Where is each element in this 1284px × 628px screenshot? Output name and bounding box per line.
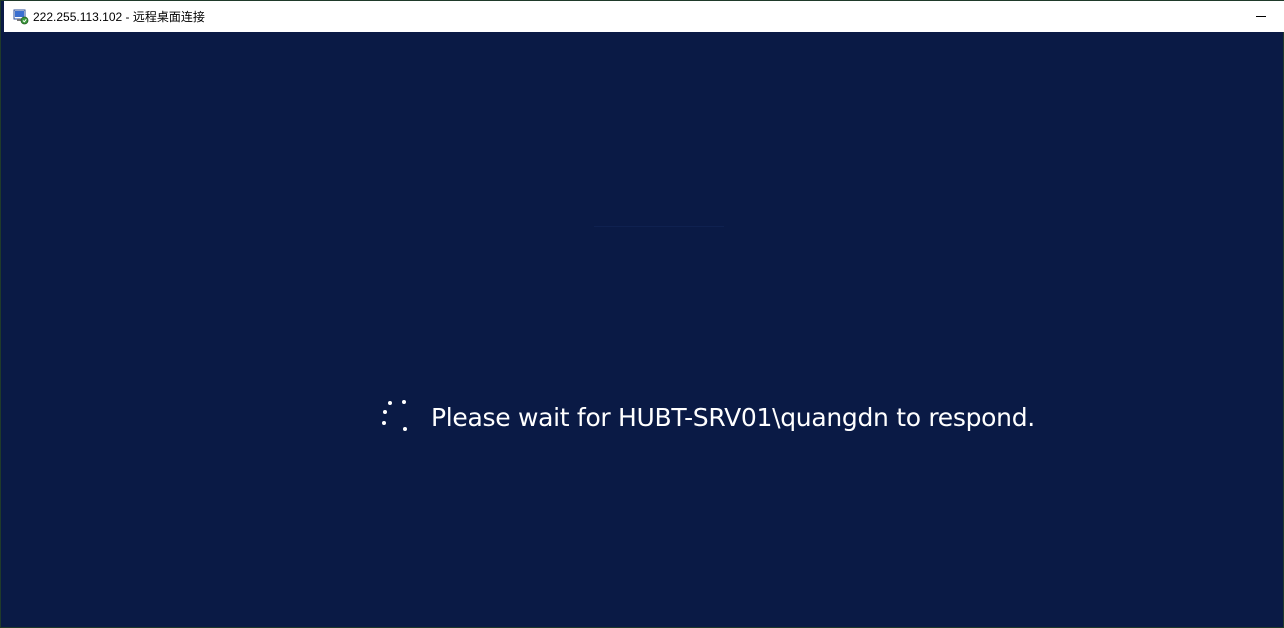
remote-desktop-canvas[interactable]: Please wait for HUBT-SRV01\quangdn to re… (4, 32, 1283, 627)
remote-desktop-window: 222.255.113.102 - 远程桌面连接 Please wait for… (0, 0, 1284, 628)
window-title: 222.255.113.102 - 远程桌面连接 (33, 10, 205, 24)
spinner-dot (388, 401, 392, 405)
spinner-dot (403, 427, 407, 431)
spinner-dot (382, 421, 386, 425)
status-message: Please wait for HUBT-SRV01\quangdn to re… (431, 402, 1035, 432)
spinner-dot (402, 400, 406, 404)
loading-spinner-icon (376, 399, 412, 435)
title-bar[interactable]: 222.255.113.102 - 远程桌面连接 (4, 1, 1284, 32)
wait-status: Please wait for HUBT-SRV01\quangdn to re… (376, 399, 1035, 435)
remote-desktop-icon[interactable] (13, 9, 29, 25)
minimize-icon (1256, 16, 1266, 17)
minimize-button[interactable] (1238, 1, 1284, 32)
divider (594, 226, 724, 227)
spinner-dot (383, 410, 387, 414)
